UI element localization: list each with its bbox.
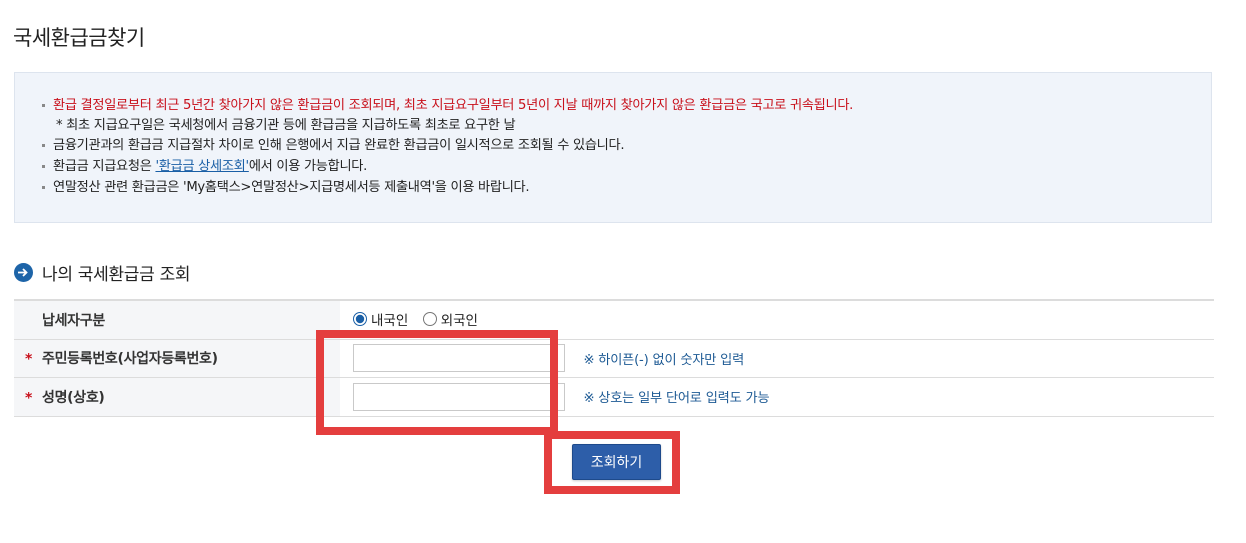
name-hint: ※ 상호는 일부 단어로 입력도 가능 bbox=[583, 391, 770, 406]
required-mark: * bbox=[25, 390, 33, 407]
section-title: 나의 국세환급금 조회 bbox=[14, 260, 191, 285]
taxpayer-type-row: 납세자구분 내국인 외국인 bbox=[14, 300, 1214, 339]
name-row: * 성명(상호) ※ 상호는 일부 단어로 입력도 가능 bbox=[14, 377, 1214, 416]
refund-detail-link[interactable]: '환급금 상세조회' bbox=[155, 159, 249, 174]
notice-list: 환급 결정일로부터 최근 5년간 찾아가지 않은 환급금이 조회되며, 최초 지… bbox=[39, 96, 853, 197]
id-number-header: * 주민등록번호(사업자등록번호) bbox=[14, 339, 340, 377]
notice-item-year-end: 연말정산 관련 환급금은 'My홈택스>연말정산>지급명세서등 제출내역'을 이… bbox=[39, 178, 853, 197]
radio-foreign[interactable]: 외국인 bbox=[422, 309, 478, 330]
name-input[interactable] bbox=[353, 382, 565, 411]
radio-domestic-input[interactable] bbox=[353, 312, 367, 327]
id-number-row: * 주민등록번호(사업자등록번호) ※ 하이픈(-) 없이 숫자만 입력 bbox=[14, 339, 1214, 377]
radio-domestic-label: 내국인 bbox=[371, 313, 409, 330]
name-header: * 성명(상호) bbox=[14, 377, 340, 416]
section-title-text: 나의 국세환급금 조회 bbox=[42, 265, 191, 285]
id-number-hint: ※ 하이픈(-) 없이 숫자만 입력 bbox=[583, 352, 745, 368]
name-cell: ※ 상호는 일부 단어로 입력도 가능 bbox=[340, 377, 1214, 416]
name-label: 성명(상호) bbox=[42, 389, 105, 406]
radio-foreign-input[interactable] bbox=[422, 312, 437, 327]
id-number-input[interactable] bbox=[353, 344, 565, 372]
radio-foreign-label: 외국인 bbox=[440, 313, 478, 330]
taxpayer-type-label: 납세자구분 bbox=[14, 300, 340, 339]
notice-item-footnote: * 최초 지급요구일은 국세청에서 금융기관 등에 환급금을 지급하도록 최초로… bbox=[56, 118, 516, 133]
notice-payment-prefix: 환급금 지급요청은 bbox=[53, 159, 156, 174]
radio-domestic[interactable]: 내국인 bbox=[353, 309, 408, 329]
arrow-right-circle-icon bbox=[14, 263, 33, 282]
required-mark: * bbox=[25, 351, 33, 368]
taxpayer-type-cell: 내국인 외국인 bbox=[340, 300, 1214, 339]
notice-box: 환급 결정일로부터 최근 5년간 찾아가지 않은 환급금이 조회되며, 최초 지… bbox=[14, 72, 1212, 223]
id-number-label: 주민등록번호(사업자등록번호) bbox=[42, 351, 218, 367]
notice-item-refund-period: 환급 결정일로부터 최근 5년간 찾아가지 않은 환급금이 조회되며, 최초 지… bbox=[39, 96, 853, 115]
refund-search-form: 납세자구분 내국인 외국인 * 주민등록번호(사업자등록번호) ※ 하이픈(-) … bbox=[14, 299, 1214, 417]
id-number-cell: ※ 하이픈(-) 없이 숫자만 입력 bbox=[340, 339, 1214, 377]
notice-payment-suffix: 에서 이용 가능합니다. bbox=[248, 159, 367, 174]
notice-item-payment-request: 환급금 지급요청은 '환급금 상세조회'에서 이용 가능합니다. bbox=[39, 157, 853, 176]
page-title: 국세환급금찾기 bbox=[13, 26, 145, 50]
notice-item-bank-timing: 금융기관과의 환급금 지급절차 차이로 인해 은행에서 지급 완료한 환급금이 … bbox=[39, 136, 853, 155]
search-button[interactable]: 조회하기 bbox=[572, 444, 661, 480]
